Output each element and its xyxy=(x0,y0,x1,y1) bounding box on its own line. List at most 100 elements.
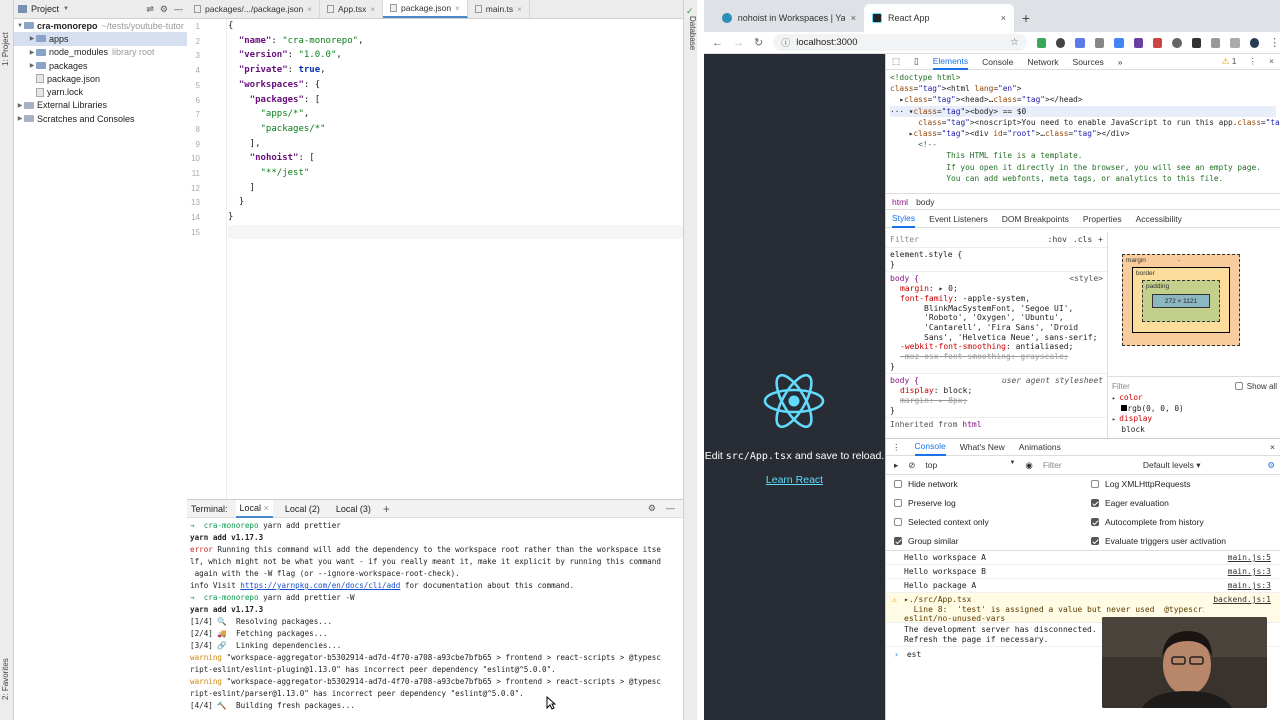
expand-arrow-icon[interactable]: ▶ xyxy=(28,49,36,56)
extension-icon[interactable] xyxy=(1133,37,1143,48)
minimize-icon[interactable]: — xyxy=(666,503,675,514)
more-tabs-button[interactable]: » xyxy=(1118,57,1123,67)
dom-node[interactable]: <!doctype html> xyxy=(890,72,1276,83)
tree-item[interactable]: ▶ External Libraries xyxy=(14,99,187,112)
dom-node[interactable]: class="tag"><html lang="en"> xyxy=(890,83,1276,94)
tab-sources[interactable]: Sources xyxy=(1073,57,1104,67)
tab-properties[interactable]: Properties xyxy=(1083,214,1122,224)
log-levels-select[interactable]: Default levels ▾ xyxy=(1143,460,1201,471)
new-terminal-button[interactable]: + xyxy=(383,502,390,516)
terminal-link[interactable]: https://yarnpkg.com/en/docs/cli/add xyxy=(240,581,400,590)
database-tool-tab[interactable]: Database xyxy=(685,16,697,56)
setting-checkbox[interactable] xyxy=(894,537,902,545)
project-header-label[interactable]: Project xyxy=(31,4,59,14)
dom-tree[interactable]: <!doctype html> class="tag"><html lang="e… xyxy=(886,70,1280,194)
element-style-rule[interactable]: element.style { } xyxy=(886,248,1107,273)
dropdown-icon[interactable]: ▼ xyxy=(63,6,69,12)
computed-filter[interactable]: Filter xyxy=(1112,382,1130,391)
console-source-link[interactable]: main.js:3 xyxy=(1228,581,1271,590)
menu-kebab-icon[interactable]: ⋮ xyxy=(1249,56,1258,67)
tree-item[interactable]: yarn.lock xyxy=(14,85,187,98)
expand-arrow-icon[interactable]: ▶ xyxy=(16,115,24,122)
dom-node[interactable]: If you open it directly in the browser, … xyxy=(890,162,1276,173)
computed-prop[interactable]: display xyxy=(1119,414,1152,423)
ua-style-rule[interactable]: user agent stylesheet body { display: bl… xyxy=(886,374,1107,419)
extension-icon[interactable] xyxy=(1114,37,1124,48)
menu-kebab-icon[interactable]: ⋮ xyxy=(1269,36,1280,49)
console-setting[interactable]: Hide network xyxy=(894,479,958,489)
expand-arrow-icon[interactable]: ▶ xyxy=(28,62,36,69)
console-source-link[interactable]: main.js:5 xyxy=(1228,553,1271,562)
extension-icon[interactable] xyxy=(1191,37,1201,48)
style-declaration[interactable]: BlinkMacSystemFont, 'Segoe UI', xyxy=(890,304,1103,314)
dom-node[interactable]: <!-- xyxy=(890,139,1276,150)
console-setting[interactable]: Group similar xyxy=(894,536,959,546)
extension-icon[interactable] xyxy=(1094,37,1105,48)
computed-prop[interactable]: color xyxy=(1119,393,1142,402)
expand-arrow-icon[interactable]: ▶ xyxy=(16,102,24,109)
setting-checkbox[interactable] xyxy=(1091,499,1099,507)
minimize-icon[interactable]: — xyxy=(174,4,183,15)
close-icon[interactable]: × xyxy=(370,5,375,14)
close-icon[interactable]: × xyxy=(517,5,522,14)
close-icon[interactable]: × xyxy=(1270,442,1280,452)
setting-checkbox[interactable] xyxy=(894,518,902,526)
editor-tab[interactable]: App.tsx × xyxy=(320,0,383,18)
editor-tab[interactable]: packages/.../package.json × xyxy=(187,0,320,18)
styles-filter[interactable]: Filter:hov .cls + xyxy=(886,232,1107,248)
console-setting[interactable]: Preserve log xyxy=(894,498,956,508)
crumb-body[interactable]: body xyxy=(916,197,934,207)
style-declaration[interactable]: display: block; xyxy=(890,386,1103,396)
tree-item[interactable]: ▶ apps xyxy=(14,32,187,46)
console-setting[interactable]: Autocomplete from history xyxy=(1091,517,1204,527)
close-tab-icon[interactable]: × xyxy=(1001,13,1006,23)
style-declaration[interactable]: 'Roboto', 'Oxygen', 'Ubuntu', xyxy=(890,313,1103,323)
style-declaration[interactable]: 'Cantarell', 'Fira Sans', 'Droid xyxy=(890,323,1103,333)
code-editor[interactable]: { "name": "cra-monorepo", "version": "1.… xyxy=(228,19,683,499)
bookmark-star-icon[interactable]: ☆ xyxy=(1010,37,1019,48)
learn-react-link[interactable]: Learn React xyxy=(704,474,885,486)
back-icon[interactable]: ← xyxy=(712,37,723,49)
add-rule-icon[interactable]: + xyxy=(1098,235,1103,245)
tree-item[interactable]: package.json xyxy=(14,72,187,85)
gear-icon[interactable]: ⚙ xyxy=(648,503,656,514)
tab-network[interactable]: Network xyxy=(1027,57,1058,67)
dom-node[interactable]: ▸class="tag"><div id="root">…class="tag"… xyxy=(890,128,1276,139)
style-declaration[interactable]: -moz-osx-font-smoothing: grayscale; xyxy=(890,352,1103,362)
style-declaration[interactable]: Sans', 'Helvetica Neue', sans-serif; xyxy=(890,333,1103,343)
new-tab-button[interactable]: + xyxy=(1014,4,1038,32)
close-icon[interactable]: × xyxy=(1269,56,1274,67)
expand-arrow-icon[interactable]: ▼ xyxy=(16,23,24,29)
dom-node[interactable]: ··· ▾class="tag"><body> == $0 xyxy=(890,105,1276,117)
tree-item[interactable]: ▶ Scratches and Consoles xyxy=(14,112,187,125)
clear-console-icon[interactable]: ⊘ xyxy=(908,460,915,471)
tree-item[interactable]: ▶ packages xyxy=(14,59,187,72)
avatar[interactable] xyxy=(1249,37,1260,48)
favorites-tool-tab[interactable]: 2: Favorites xyxy=(1,640,13,700)
style-declaration[interactable]: margin: ▸ 0; xyxy=(890,284,1103,294)
dom-node[interactable]: You can add webfonts, meta tags, or anal… xyxy=(890,173,1276,184)
gear-icon[interactable]: ⚙ xyxy=(160,4,168,15)
crumb-html[interactable]: html xyxy=(892,197,908,207)
close-tab-icon[interactable]: × xyxy=(851,13,856,23)
terminal-output[interactable]: → cra-monorepo yarn add prettier yarn add… xyxy=(187,518,683,714)
tab-event-listeners[interactable]: Event Listeners xyxy=(929,214,988,224)
console-setting[interactable]: Selected context only xyxy=(894,517,989,527)
inherited-tag[interactable]: html xyxy=(962,420,981,429)
collapse-icon[interactable]: ⇌ xyxy=(146,4,154,15)
extension-icon[interactable] xyxy=(1075,37,1085,48)
extension-icon[interactable] xyxy=(1211,37,1221,48)
style-declaration[interactable]: -webkit-font-smoothing: antialiased; xyxy=(890,342,1103,352)
setting-checkbox[interactable] xyxy=(894,480,902,488)
show-all-checkbox[interactable] xyxy=(1234,382,1243,390)
extension-icon[interactable] xyxy=(1172,37,1182,48)
tab-dom-breakpoints[interactable]: DOM Breakpoints xyxy=(1002,214,1069,224)
forward-icon[interactable]: → xyxy=(733,37,744,49)
cast-icon[interactable] xyxy=(1230,37,1240,48)
editor-tab[interactable]: main.ts × xyxy=(468,0,530,18)
tab-console-drawer[interactable]: Console xyxy=(914,439,946,456)
console-setting[interactable]: Eager evaluation xyxy=(1091,498,1169,508)
gear-icon[interactable]: ⚙ xyxy=(1267,460,1280,471)
box-content[interactable]: 272 × 1121 xyxy=(1152,294,1210,308)
console-input[interactable]: est xyxy=(907,650,921,659)
